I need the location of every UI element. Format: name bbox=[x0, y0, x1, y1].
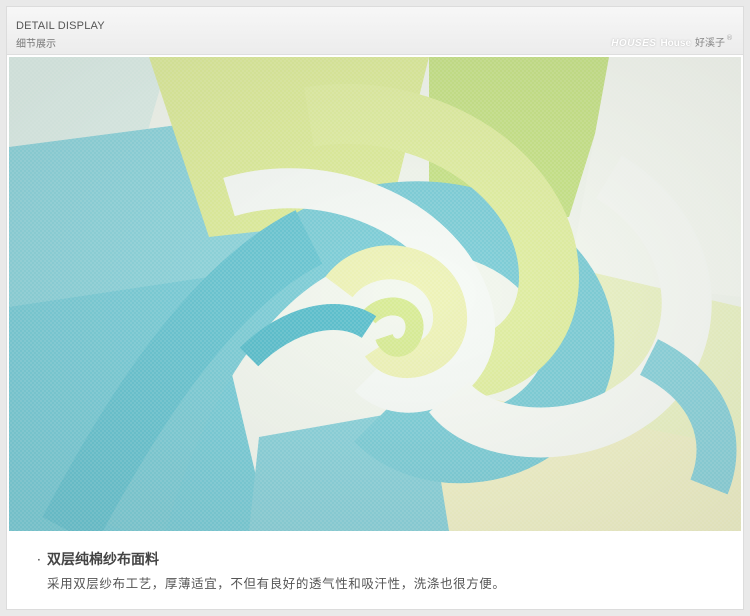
section-title-en: DETAIL DISPLAY bbox=[16, 20, 105, 32]
product-detail-panel: DETAIL DISPLAY 细节展示 HOUSES House 好溪子 ® ·… bbox=[6, 6, 744, 610]
brand-name-cn: 好溪子 bbox=[695, 38, 725, 49]
registered-mark: ® bbox=[726, 34, 733, 42]
feature-title: 双层纯棉纱布面料 bbox=[47, 552, 159, 568]
fabric-swirl-photo bbox=[9, 57, 741, 531]
brand-logo: HOUSES House 好溪子 ® bbox=[611, 34, 733, 49]
section-title-cn: 细节展示 bbox=[16, 39, 56, 50]
feature-caption: · 双层纯棉纱布面料 采用双层纱布工艺，厚薄适宜，不但有良好的透气性和吸汗性，洗… bbox=[7, 531, 743, 609]
bullet-dot: · bbox=[37, 553, 41, 567]
section-header: DETAIL DISPLAY 细节展示 HOUSES House 好溪子 ® bbox=[7, 7, 743, 55]
brand-logo-mark: HOUSES bbox=[611, 38, 657, 49]
feature-description: 采用双层纱布工艺，厚薄适宜，不但有良好的透气性和吸汗性，洗涤也很方便。 bbox=[47, 576, 506, 591]
brand-logo-house: House bbox=[660, 38, 691, 49]
fabric-swirl-image bbox=[9, 57, 741, 531]
